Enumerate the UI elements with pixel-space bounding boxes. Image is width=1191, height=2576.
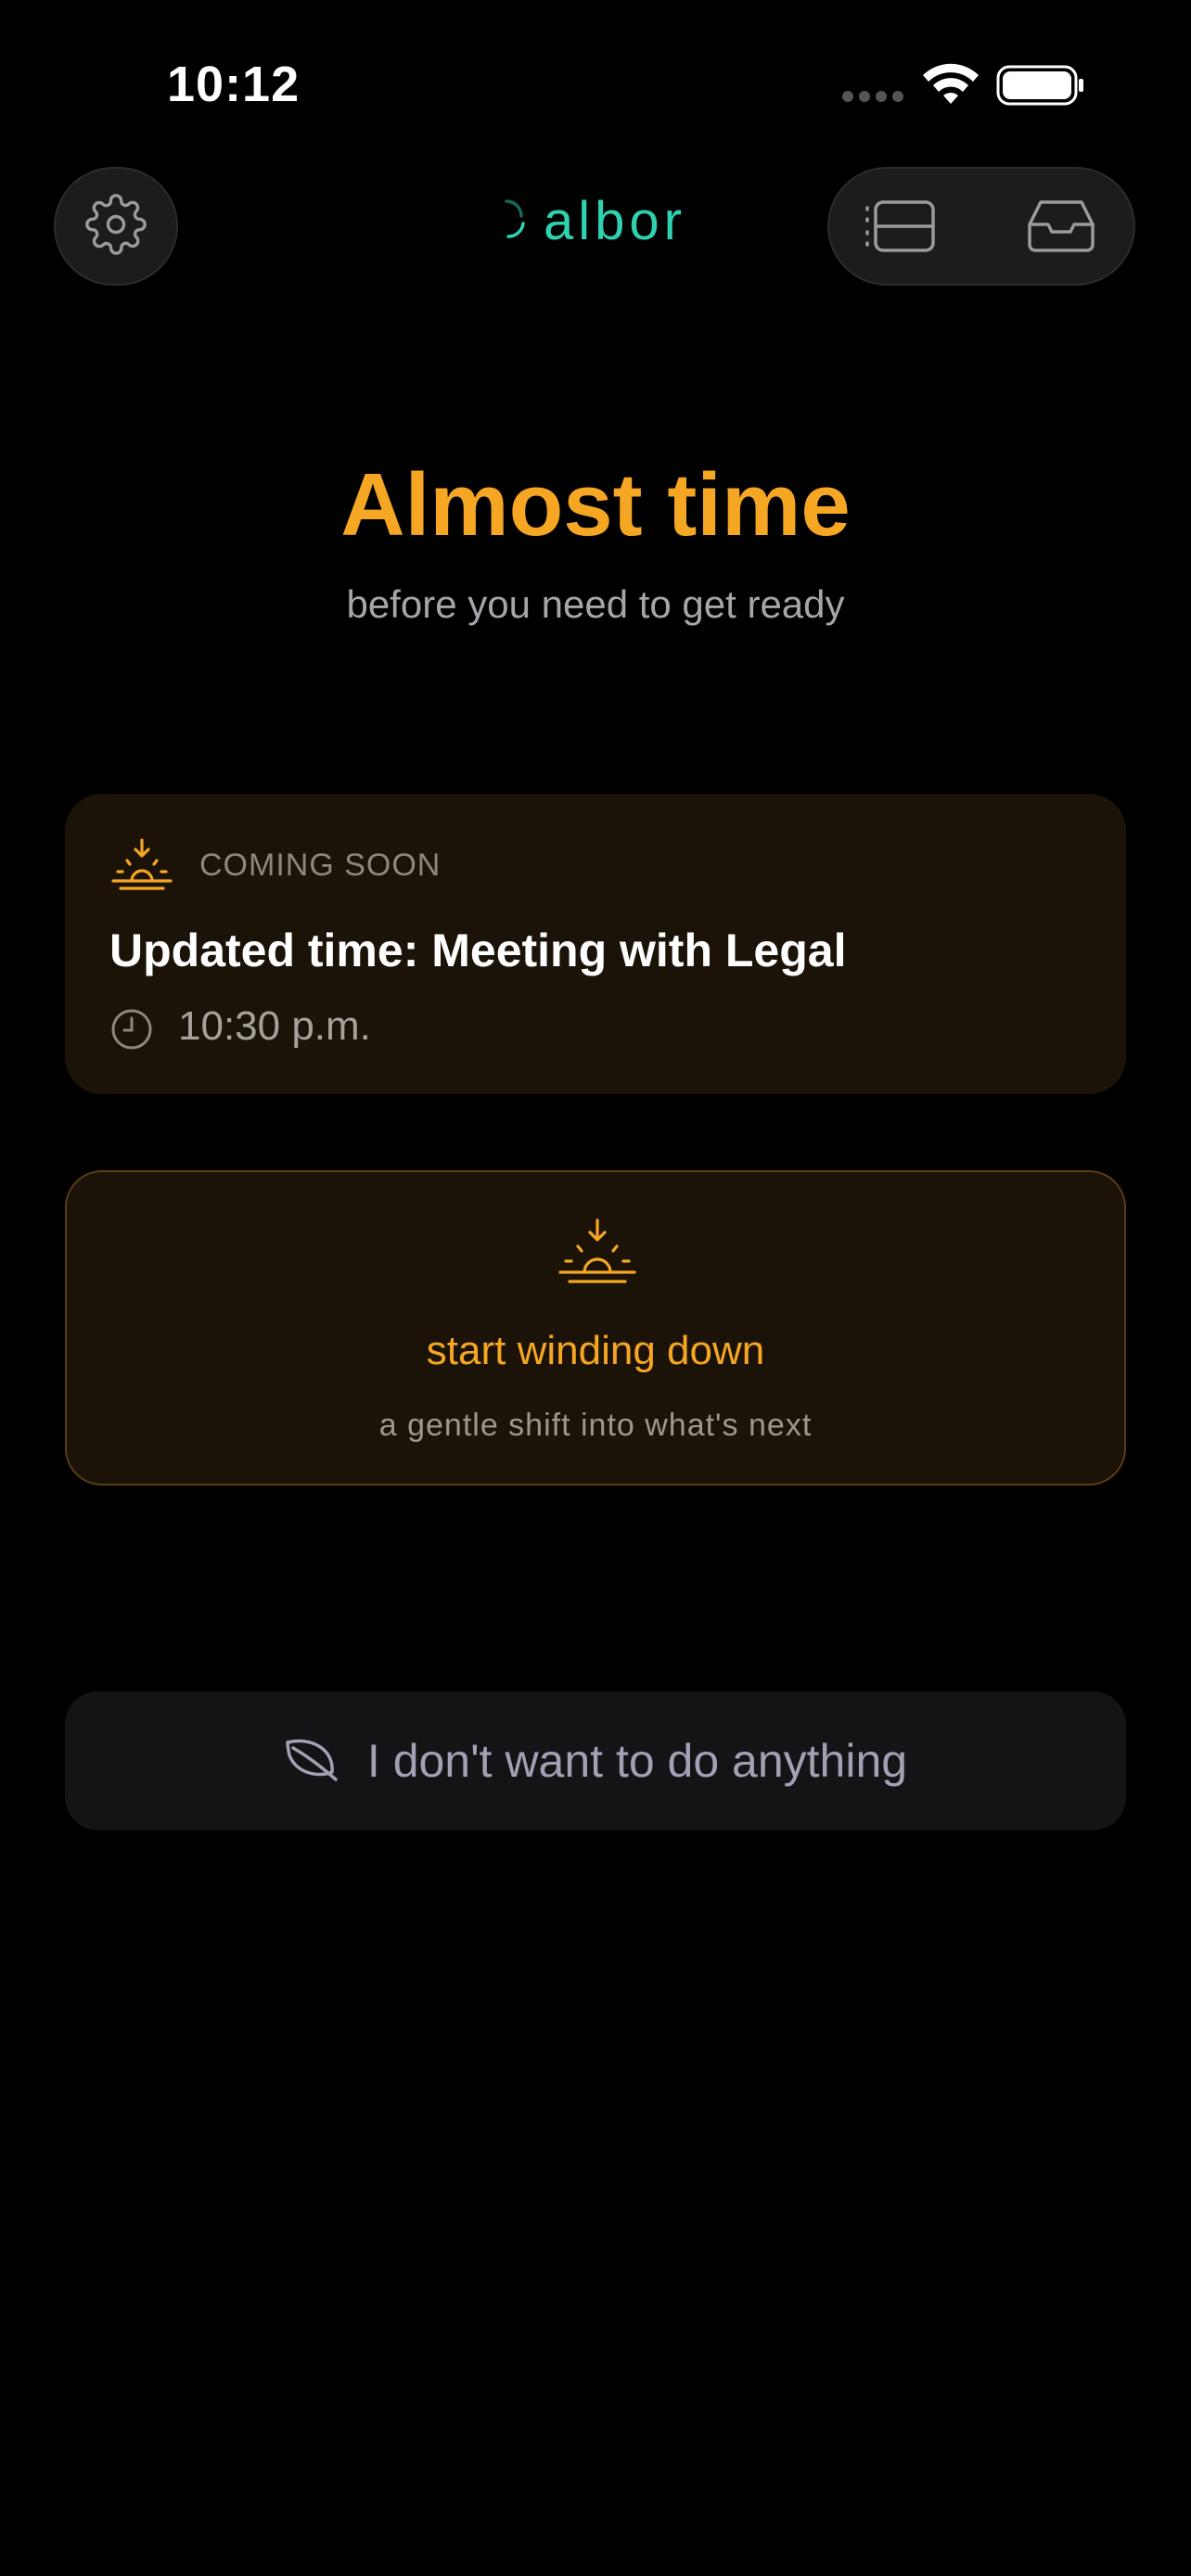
app-logo: albor: [497, 190, 686, 252]
event-title: Updated time: Meeting with Legal: [109, 925, 847, 976]
cellular-signal-icon: [842, 91, 903, 102]
logo-spinner-icon: [497, 196, 529, 247]
page-title: Almost time: [340, 455, 851, 555]
page-subtitle: before you need to get ready: [346, 582, 845, 626]
status-bar: 10:12: [0, 0, 1191, 167]
leaf-icon: [284, 1735, 339, 1788]
clock-icon: [109, 1007, 154, 1056]
battery-icon: [996, 65, 1085, 110]
do-nothing-button[interactable]: I don't want to do anything: [65, 1691, 1126, 1830]
upcoming-event-card[interactable]: COMING SOON Updated time: Meeting with L…: [65, 794, 1126, 1094]
status-time: 10:12: [167, 57, 301, 112]
settings-button[interactable]: [54, 167, 178, 286]
header-actions: [827, 167, 1135, 286]
wind-down-subtitle: a gentle shift into what's next: [378, 1408, 813, 1443]
wind-down-card[interactable]: start winding down a gentle shift into w…: [65, 1170, 1126, 1486]
inbox-button[interactable]: [1024, 197, 1098, 261]
gear-icon: [84, 193, 147, 261]
wind-down-title: start winding down: [426, 1328, 765, 1373]
card-kicker: COMING SOON: [199, 848, 442, 883]
do-nothing-label: I don't want to do anything: [366, 1735, 908, 1787]
list-icon: [864, 197, 939, 261]
wifi-icon: [922, 63, 980, 110]
inbox-icon: [1024, 197, 1098, 261]
sunset-icon: [558, 1218, 636, 1288]
timeline-button[interactable]: [864, 197, 939, 261]
event-time: 10:30 p.m.: [178, 1003, 371, 1049]
sunset-icon: [111, 838, 173, 895]
app-name: albor: [544, 191, 686, 251]
